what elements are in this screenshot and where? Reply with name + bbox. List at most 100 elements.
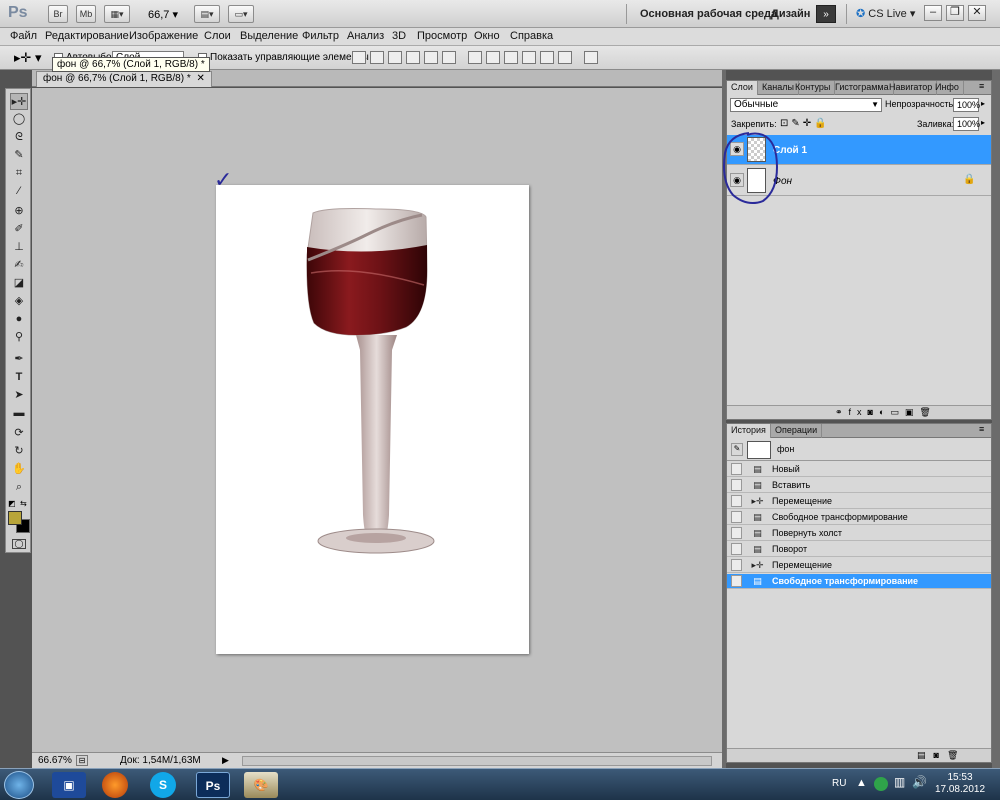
tray-volume-icon[interactable]: 🔊 [912, 775, 927, 789]
start-button[interactable] [4, 771, 34, 799]
history-source-checkbox[interactable] [731, 511, 742, 523]
eyedropper-tool-icon[interactable]: ⁄ [10, 183, 28, 200]
workspace-design[interactable]: Дизайн [771, 8, 810, 20]
tray-expand-icon[interactable]: ▲ [856, 777, 867, 789]
tab-actions[interactable]: Операции [771, 424, 823, 438]
menu-help[interactable]: Справка [510, 30, 553, 42]
paint-bucket-tool-icon[interactable]: ◈ [10, 293, 28, 310]
quick-selection-tool-icon[interactable]: ✎ [10, 147, 28, 164]
menu-analysis[interactable]: Анализ [347, 30, 384, 42]
tab-navigator[interactable]: Навигатор [885, 81, 938, 95]
history-item-selected[interactable]: ▤ Свободное трансформирование [727, 574, 991, 589]
taskbar-clock[interactable]: 15:53 17.08.2012 [930, 772, 990, 796]
tab-history[interactable]: История [727, 424, 771, 438]
path-selection-tool-icon[interactable]: ➤ [10, 387, 28, 404]
tab-layers[interactable]: Слои [727, 81, 758, 95]
more-workspaces-button[interactable]: » [816, 5, 836, 23]
hand-tool-icon[interactable]: ✋ [10, 461, 28, 478]
status-menu-arrow-icon[interactable]: ▶ [222, 755, 229, 766]
lasso-tool-icon[interactable]: ᘓ [10, 129, 28, 146]
language-indicator[interactable]: RU [832, 778, 846, 789]
distribute-vcenter-icon[interactable] [486, 51, 500, 64]
blend-mode-dropdown[interactable]: Обычные ▼ [730, 98, 882, 112]
panel-menu-icon[interactable]: ≡ [979, 424, 984, 434]
canvas-area[interactable]: ✓ [32, 88, 722, 752]
firefox-icon[interactable] [102, 772, 128, 798]
fill-slider-arrow-icon[interactable]: ▸ [981, 118, 985, 127]
align-horizontal-centers-icon[interactable] [424, 51, 438, 64]
menu-filter[interactable]: Фильтр [302, 30, 339, 42]
quick-mask-icon[interactable]: ◯ [12, 539, 26, 549]
history-source-checkbox[interactable] [731, 559, 742, 571]
distribute-hcenter-icon[interactable] [540, 51, 554, 64]
history-item[interactable]: ▸✛ Перемещение [727, 494, 991, 509]
tray-utorrent-icon[interactable] [874, 777, 888, 791]
document-tab[interactable]: фон @ 66,7% (Слой 1, RGB/8) * ✕ [36, 71, 212, 87]
marquee-tool-icon[interactable]: ◯ [10, 111, 28, 128]
history-source-checkbox[interactable] [731, 495, 742, 507]
menu-window[interactable]: Окно [474, 30, 500, 42]
history-actions-icons[interactable]: ▤◙🗑 [917, 750, 966, 761]
3d-rotate-tool-icon[interactable]: ⟳ [10, 425, 28, 442]
mini-bridge-button[interactable]: Mb [76, 5, 96, 23]
history-source-checkbox[interactable] [731, 543, 742, 555]
align-top-edges-icon[interactable] [352, 51, 366, 64]
history-item[interactable]: ▤ Вставить [727, 478, 991, 493]
menu-image[interactable]: Изображение [129, 30, 198, 42]
history-item[interactable]: ▤ Повернуть холст [727, 526, 991, 541]
tab-info[interactable]: Инфо [931, 81, 964, 95]
status-export-icon[interactable]: ⊟ [76, 755, 88, 766]
spot-healing-tool-icon[interactable]: ⊕ [10, 203, 28, 220]
distribute-bottom-icon[interactable] [504, 51, 518, 64]
distribute-left-icon[interactable] [522, 51, 536, 64]
opacity-slider-arrow-icon[interactable]: ▸ [981, 99, 985, 108]
horizontal-scrollbar[interactable] [242, 756, 712, 766]
eraser-tool-icon[interactable]: ◪ [10, 275, 28, 292]
move-tool-icon[interactable]: ▸✛ [10, 93, 28, 110]
clone-stamp-tool-icon[interactable]: ⊥ [10, 239, 28, 256]
history-source-checkbox[interactable] [731, 575, 742, 587]
menu-select[interactable]: Выделение [240, 30, 298, 42]
auto-align-layers-icon[interactable] [584, 51, 598, 64]
panel-menu-icon[interactable]: ≡ [979, 81, 984, 91]
history-brush-source-icon[interactable]: ✎ [731, 443, 743, 456]
crop-tool-icon[interactable]: ⌗ [10, 165, 28, 182]
brush-tool-icon[interactable]: ✐ [10, 221, 28, 238]
menu-3d[interactable]: 3D [392, 30, 406, 42]
history-source-checkbox[interactable] [731, 527, 742, 539]
bridge-button[interactable]: Br [48, 5, 68, 23]
tab-paths[interactable]: Контуры [791, 81, 836, 95]
status-zoom[interactable]: 66.67% [38, 755, 72, 766]
blur-tool-icon[interactable]: ● [10, 311, 28, 328]
taskbar-photoshop-button[interactable]: Ps [196, 772, 230, 798]
distribute-right-icon[interactable] [558, 51, 572, 64]
history-item[interactable]: ▤ Поворот [727, 542, 991, 557]
align-bottom-edges-icon[interactable] [388, 51, 402, 64]
minimize-button[interactable]: – [924, 5, 942, 21]
align-right-edges-icon[interactable] [442, 51, 456, 64]
menu-view[interactable]: Просмотр [417, 30, 467, 42]
rectangle-tool-icon[interactable]: ▬ [10, 405, 28, 422]
move-tool-preset-picker[interactable]: ▸✛ ▾ [14, 50, 42, 66]
arrange-documents-dropdown[interactable]: ▤▾ [194, 5, 220, 23]
history-item[interactable]: ▤ Новый [727, 462, 991, 477]
foreground-color-swatch[interactable] [8, 511, 22, 525]
paint-app-icon[interactable]: 🎨 [244, 772, 278, 798]
history-brush-tool-icon[interactable]: ✍ [10, 257, 28, 274]
distribute-top-icon[interactable] [468, 51, 482, 64]
dodge-tool-icon[interactable]: ⚲ [10, 329, 28, 346]
lock-buttons-icons[interactable]: ⊡✎✛🔒 [780, 118, 830, 129]
align-left-edges-icon[interactable] [406, 51, 420, 64]
history-source-checkbox[interactable] [731, 479, 742, 491]
3d-orbit-tool-icon[interactable]: ↻ [10, 443, 28, 460]
document-canvas[interactable] [216, 185, 529, 654]
default-colors-icon[interactable]: ◩ [8, 499, 16, 508]
type-tool-icon[interactable]: T [10, 369, 28, 386]
history-item[interactable]: ▸✛ Перемещение [727, 558, 991, 573]
view-extras-dropdown[interactable]: ▦▾ [104, 5, 130, 23]
restore-button[interactable]: ❐ [946, 5, 964, 21]
pen-tool-icon[interactable]: ✒ [10, 351, 28, 368]
zoom-level-dropdown[interactable]: 66,7 ▾ [148, 8, 178, 21]
save-app-icon[interactable]: ▣ [52, 772, 86, 798]
layer-actions-icons[interactable]: ⚭fx◙◐▭▣🗑 [835, 407, 937, 418]
